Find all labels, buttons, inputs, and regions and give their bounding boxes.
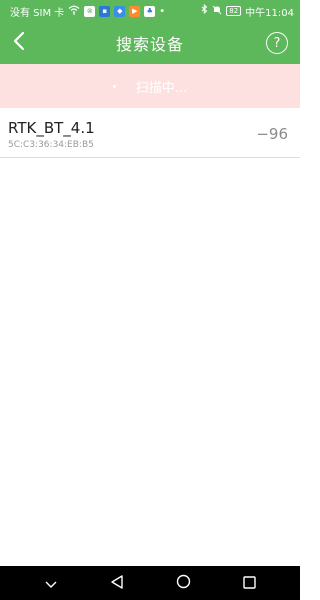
status-bar: 没有 SIM 卡 ⊗ ▪ ◆ ▶ ♣ • 82 中午11:04 [0, 0, 300, 22]
mute-icon [212, 5, 222, 18]
nav-collapse-button[interactable] [39, 571, 63, 595]
device-list: RTK_BT_4.1 5C:C3:36:34:EB:B5 −96 [0, 108, 300, 158]
device-list-item[interactable]: RTK_BT_4.1 5C:C3:36:34:EB:B5 −96 [0, 108, 300, 158]
carrier-text: 没有 SIM 卡 [10, 7, 65, 19]
app-notification-icon: ♣ [144, 5, 156, 17]
wifi-icon [68, 5, 80, 18]
app-notification-icon: ⊗ [84, 5, 96, 17]
scanning-spinner-icon [112, 84, 116, 88]
device-signal-strength: −96 [256, 125, 288, 143]
device-name: RTK_BT_4.1 [8, 119, 95, 137]
nav-recents-button[interactable] [237, 571, 261, 595]
help-icon: ? [273, 35, 281, 51]
nav-back-button[interactable] [105, 571, 129, 595]
device-mac-address: 5C:C3:36:34:EB:B5 [8, 140, 94, 150]
app-notification-icon: ▪ [99, 5, 111, 17]
chevron-down-icon [45, 574, 57, 593]
back-button[interactable] [6, 30, 32, 56]
chevron-left-icon [12, 31, 26, 55]
more-notifications-icon: • [159, 5, 166, 17]
page-title: 搜索设备 [115, 35, 184, 54]
bluetooth-icon [201, 3, 208, 18]
status-left: 没有 SIM 卡 ⊗ ▪ ◆ ▶ ♣ • [10, 4, 165, 19]
app-bar: 搜索设备 ? [0, 22, 300, 64]
status-right: 82 中午11:04 [201, 3, 294, 19]
nav-home-button[interactable] [171, 571, 195, 595]
battery-icon: 82 [226, 6, 242, 16]
back-triangle-icon [110, 574, 124, 593]
app-notification-icon: ▶ [129, 5, 141, 17]
scan-status-text: 扫描中... [135, 80, 188, 96]
clock: 中午11:04 [245, 7, 294, 19]
home-circle-icon [176, 574, 191, 593]
system-nav-bar [0, 566, 300, 600]
app-notification-icon: ◆ [114, 5, 126, 17]
recents-square-icon [242, 574, 256, 593]
help-button[interactable]: ? [266, 32, 288, 54]
scan-status-banner: 扫描中... [0, 64, 300, 108]
